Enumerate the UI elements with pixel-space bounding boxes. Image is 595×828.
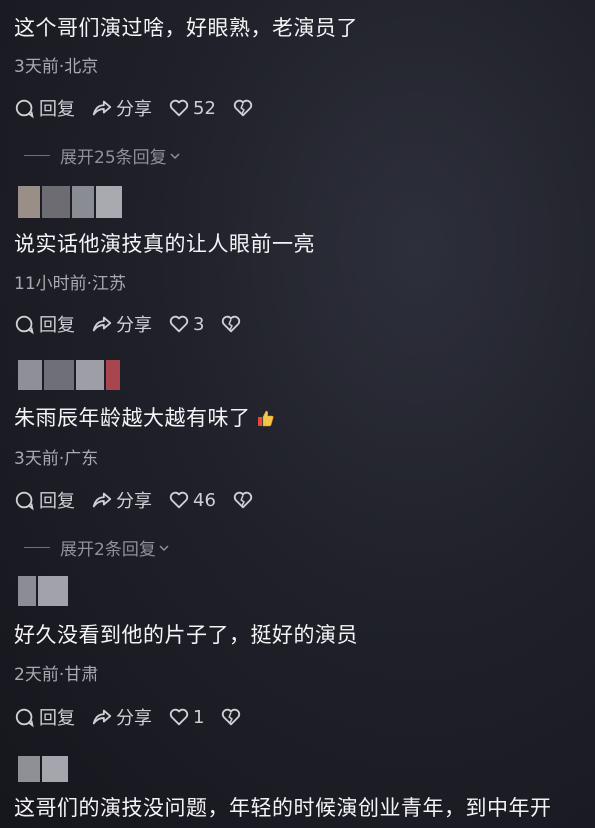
- dislike-button[interactable]: [220, 313, 242, 335]
- comment-text: 朱雨辰年龄越大越有味了: [14, 404, 275, 432]
- heart-icon: [169, 708, 189, 726]
- share-button[interactable]: 分享: [91, 95, 152, 121]
- comment-text-body: 朱雨辰年龄越大越有味了: [14, 406, 251, 430]
- thumbs-up-emoji-icon: [257, 410, 273, 427]
- comment-bubble-icon: [15, 99, 34, 119]
- heart-icon: [169, 315, 189, 333]
- share-label: 分享: [116, 99, 152, 120]
- comment-meta: 3天前·广东: [14, 449, 99, 469]
- broken-heart-icon: [233, 491, 253, 509]
- expand-replies[interactable]: 展开25条回复: [24, 143, 181, 168]
- broken-heart-icon: [222, 315, 241, 333]
- share-button[interactable]: 分享: [91, 704, 152, 730]
- share-arrow-icon: [92, 709, 112, 725]
- reply-button[interactable]: 回复: [14, 704, 75, 730]
- expand-label: 展开2条回复: [60, 540, 156, 560]
- avatar[interactable]: [18, 360, 120, 390]
- reply-button[interactable]: 回复: [14, 311, 75, 337]
- comment-meta: 3天前·北京: [14, 57, 99, 77]
- share-arrow-icon: [92, 316, 112, 332]
- divider: [24, 155, 50, 156]
- like-button[interactable]: 3: [168, 313, 204, 335]
- avatar[interactable]: [18, 576, 68, 606]
- dislike-button[interactable]: [232, 489, 254, 511]
- like-count: 1: [193, 706, 205, 728]
- share-label: 分享: [116, 315, 152, 336]
- dislike-button[interactable]: [220, 706, 242, 728]
- comment-bubble-icon: [15, 708, 34, 728]
- chevron-down-icon: [159, 544, 169, 551]
- like-button[interactable]: 46: [168, 489, 216, 511]
- expand-replies[interactable]: 展开2条回复: [24, 535, 170, 560]
- share-label: 分享: [116, 491, 152, 512]
- heart-icon: [169, 491, 189, 509]
- reply-label: 回复: [39, 491, 75, 512]
- comment-actions: 回复 分享 3: [14, 311, 258, 337]
- like-count: 52: [193, 97, 216, 119]
- reply-label: 回复: [39, 99, 75, 120]
- like-count: 46: [193, 489, 216, 511]
- reply-button[interactable]: 回复: [14, 487, 75, 513]
- comment-text: 好久没看到他的片子了，挺好的演员: [14, 623, 358, 647]
- dislike-button[interactable]: [232, 97, 254, 119]
- comment-text: 这哥们的演技没问题，年轻的时候演创业青年，到中年开: [14, 796, 552, 820]
- chevron-down-icon: [170, 152, 180, 159]
- comment-actions: 回复 分享 1: [14, 704, 258, 730]
- comment-actions: 回复 分享 52: [14, 95, 270, 121]
- broken-heart-icon: [233, 99, 253, 117]
- avatar[interactable]: [18, 756, 68, 782]
- comment-meta: 2天前·甘肃: [14, 665, 99, 685]
- share-button[interactable]: 分享: [91, 311, 152, 337]
- like-button[interactable]: 52: [168, 97, 216, 119]
- comment-text: 说实话他演技真的让人眼前一亮: [14, 232, 315, 256]
- heart-icon: [169, 99, 189, 117]
- comment-meta: 11小时前·江苏: [14, 274, 127, 294]
- share-label: 分享: [116, 708, 152, 729]
- comment-actions: 回复 分享 46: [14, 487, 270, 513]
- comment-bubble-icon: [15, 491, 34, 511]
- comment-text: 这个哥们演过啥，好眼熟，老演员了: [14, 16, 358, 40]
- share-arrow-icon: [92, 100, 112, 116]
- reply-label: 回复: [39, 315, 75, 336]
- like-button[interactable]: 1: [168, 706, 204, 728]
- reply-button[interactable]: 回复: [14, 95, 75, 121]
- reply-label: 回复: [39, 708, 75, 729]
- comment-bubble-icon: [15, 315, 34, 335]
- broken-heart-icon: [222, 708, 241, 726]
- like-count: 3: [193, 313, 205, 335]
- share-button[interactable]: 分享: [91, 487, 152, 513]
- divider: [24, 547, 50, 548]
- avatar[interactable]: [18, 186, 122, 218]
- comment-feed: 这个哥们演过啥，好眼熟，老演员了 3天前·北京 回复 分享 52 展开25条回复: [0, 0, 595, 828]
- share-arrow-icon: [92, 492, 112, 508]
- expand-label: 展开25条回复: [60, 148, 167, 168]
